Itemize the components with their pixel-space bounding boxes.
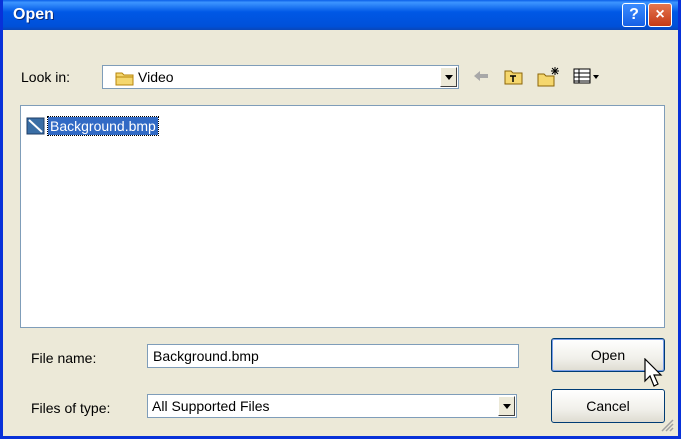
- files-of-type-label: Files of type:: [31, 400, 111, 416]
- cancel-button[interactable]: Cancel: [551, 389, 665, 423]
- look-in-dropdown[interactable]: Video: [102, 65, 459, 89]
- new-folder-icon[interactable]: [536, 66, 560, 88]
- file-list[interactable]: Background.bmp: [20, 105, 665, 328]
- files-of-type-value: All Supported Files: [152, 398, 270, 414]
- up-folder-icon[interactable]: [503, 66, 525, 86]
- resize-grip-icon[interactable]: [660, 418, 674, 432]
- help-button[interactable]: ?: [622, 3, 646, 27]
- folder-icon: [115, 72, 134, 86]
- look-in-dropdown-arrow[interactable]: [440, 67, 457, 87]
- back-arrow-icon[interactable]: [471, 66, 491, 86]
- mouse-cursor-icon: [644, 358, 663, 387]
- close-button[interactable]: ×: [648, 3, 672, 27]
- open-dialog: Open ? × Look in: Video Background.bmp F…: [0, 0, 681, 439]
- file-name-input[interactable]: Background.bmp: [147, 344, 519, 368]
- file-name-label: Background.bmp: [47, 116, 159, 136]
- file-name-label: File name:: [31, 350, 97, 366]
- dialog-title: Open: [13, 6, 54, 23]
- look-in-label: Look in:: [21, 69, 71, 85]
- view-menu-icon[interactable]: [573, 66, 601, 86]
- look-in-value: Video: [138, 69, 174, 85]
- files-of-type-dropdown[interactable]: All Supported Files: [147, 394, 517, 418]
- bitmap-file-icon: [26, 117, 45, 135]
- files-of-type-dropdown-arrow[interactable]: [498, 396, 515, 416]
- title-bar[interactable]: Open ? ×: [3, 0, 678, 30]
